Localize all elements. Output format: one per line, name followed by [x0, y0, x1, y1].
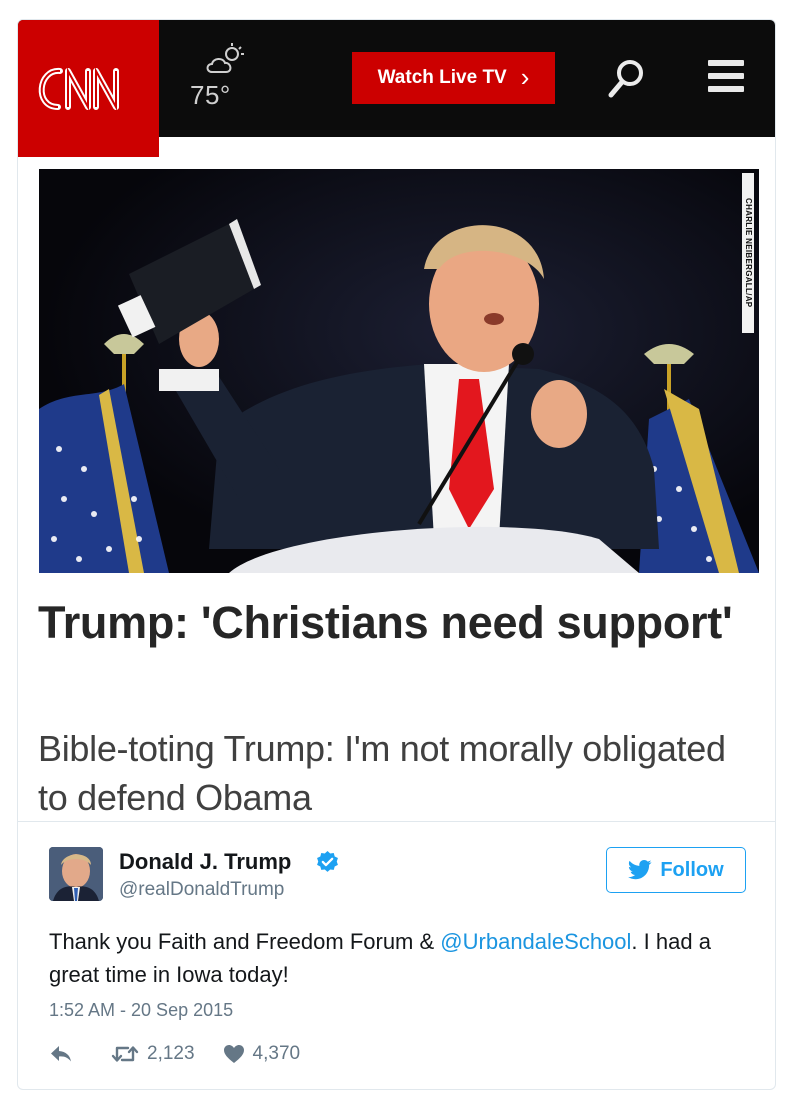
chevron-right-icon: ›: [520, 62, 530, 92]
retweet-button[interactable]: 2,123: [111, 1043, 195, 1065]
watch-live-tv-label: Watch Live TV: [377, 67, 507, 88]
follow-label: Follow: [660, 858, 724, 881]
photo-credit: CHARLIE NEIBERGALL/AP: [742, 173, 754, 333]
tweet-actions: 2,123 4,370: [49, 1041, 300, 1067]
partly-cloudy-icon: [206, 43, 244, 73]
watch-live-tv-button[interactable]: Watch Live TV ›: [352, 52, 555, 104]
cnn-logo[interactable]: [18, 20, 159, 157]
twitter-bird-icon: [628, 860, 652, 880]
retweet-count: 2,123: [147, 1043, 195, 1064]
verified-badge-icon: [317, 851, 338, 872]
mention-link[interactable]: @UrbandaleSchool: [440, 929, 631, 954]
tweet-text-before: Thank you Faith and Freedom Forum &: [49, 929, 441, 954]
tweet-author-handle[interactable]: @realDonaldTrump: [119, 879, 284, 901]
article-photo[interactable]: CHARLIE NEIBERGALL/AP: [39, 169, 759, 573]
hamburger-menu-icon[interactable]: [708, 60, 748, 96]
tweet-author-name[interactable]: Donald J. Trump: [119, 849, 291, 875]
retweet-icon: [111, 1046, 139, 1062]
search-icon[interactable]: [606, 58, 646, 100]
article-headline[interactable]: Trump: 'Christians need support': [38, 594, 748, 652]
photo-illustration: [39, 219, 759, 573]
temperature: 75°: [190, 80, 231, 110]
weather-widget[interactable]: 75°: [190, 42, 250, 112]
article-subheadline[interactable]: Bible-toting Trump: I'm not morally obli…: [38, 724, 748, 822]
divider: [18, 821, 775, 822]
embedded-tweet-card: 75° Watch Live TV › CHARLIE NEIBERGALL/A…: [17, 19, 776, 1090]
reply-icon: [51, 1046, 71, 1062]
tweet-text: Thank you Faith and Freedom Forum & @Urb…: [49, 925, 749, 991]
tweet-timestamp[interactable]: 1:52 AM - 20 Sep 2015: [49, 1000, 233, 1021]
heart-icon: [223, 1045, 244, 1063]
like-count: 4,370: [252, 1043, 301, 1064]
reply-button[interactable]: [49, 1044, 73, 1064]
avatar[interactable]: [49, 847, 103, 901]
follow-button[interactable]: Follow: [606, 847, 746, 893]
cnn-logo-mark: [38, 66, 119, 111]
like-button[interactable]: 4,370: [223, 1043, 301, 1065]
